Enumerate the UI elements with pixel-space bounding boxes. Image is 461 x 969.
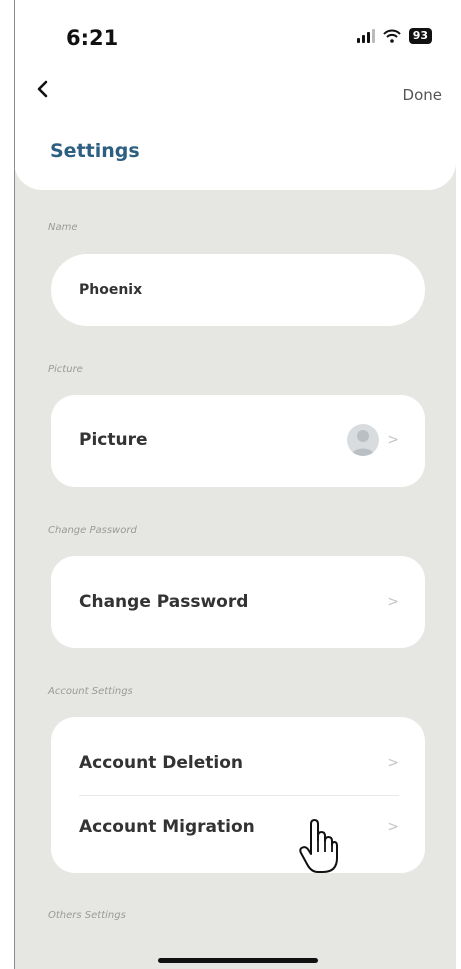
name-field[interactable]: Phoenix (51, 254, 425, 326)
phone-screen: 6:21 93 Done Settings Name Phoenix Pictu… (14, 0, 456, 969)
account-migration-label: Account Migration (79, 817, 255, 837)
chevron-left-icon (37, 80, 48, 98)
section-label-picture: Picture (48, 364, 83, 375)
home-indicator[interactable] (158, 958, 318, 963)
picture-row[interactable]: Picture > (51, 395, 425, 487)
section-label-password: Change Password (48, 525, 137, 536)
account-deletion-row[interactable]: Account Deletion > (51, 717, 425, 795)
hand-pointer-icon (299, 819, 338, 873)
wifi-icon (382, 29, 401, 43)
change-password-row[interactable]: Change Password > (51, 556, 425, 648)
status-time: 6:21 (66, 26, 119, 50)
battery-indicator: 93 (408, 28, 432, 44)
name-value: Phoenix (79, 282, 143, 298)
page-title: Settings (50, 140, 140, 162)
chevron-right-icon: > (387, 819, 399, 835)
user-icon (351, 430, 375, 456)
section-label-others: Others Settings (48, 910, 126, 921)
account-settings-card: Account Deletion > Account Migration > (51, 717, 425, 873)
header-card: 6:21 93 Done Settings (14, 0, 456, 190)
chevron-right-icon: > (387, 432, 399, 448)
change-password-label: Change Password (79, 592, 249, 612)
picture-row-label: Picture (79, 430, 148, 450)
account-migration-row[interactable]: Account Migration > (51, 795, 425, 873)
signal-icon (356, 29, 375, 43)
status-icons: 93 (356, 28, 432, 44)
device-frame-edge (14, 0, 15, 969)
account-deletion-label: Account Deletion (79, 753, 243, 773)
avatar (347, 424, 379, 456)
section-label-name: Name (48, 222, 78, 233)
done-button[interactable]: Done (403, 86, 442, 104)
chevron-right-icon: > (387, 755, 399, 771)
chevron-right-icon: > (387, 594, 399, 610)
back-button[interactable] (36, 80, 48, 100)
section-label-account: Account Settings (48, 686, 133, 697)
